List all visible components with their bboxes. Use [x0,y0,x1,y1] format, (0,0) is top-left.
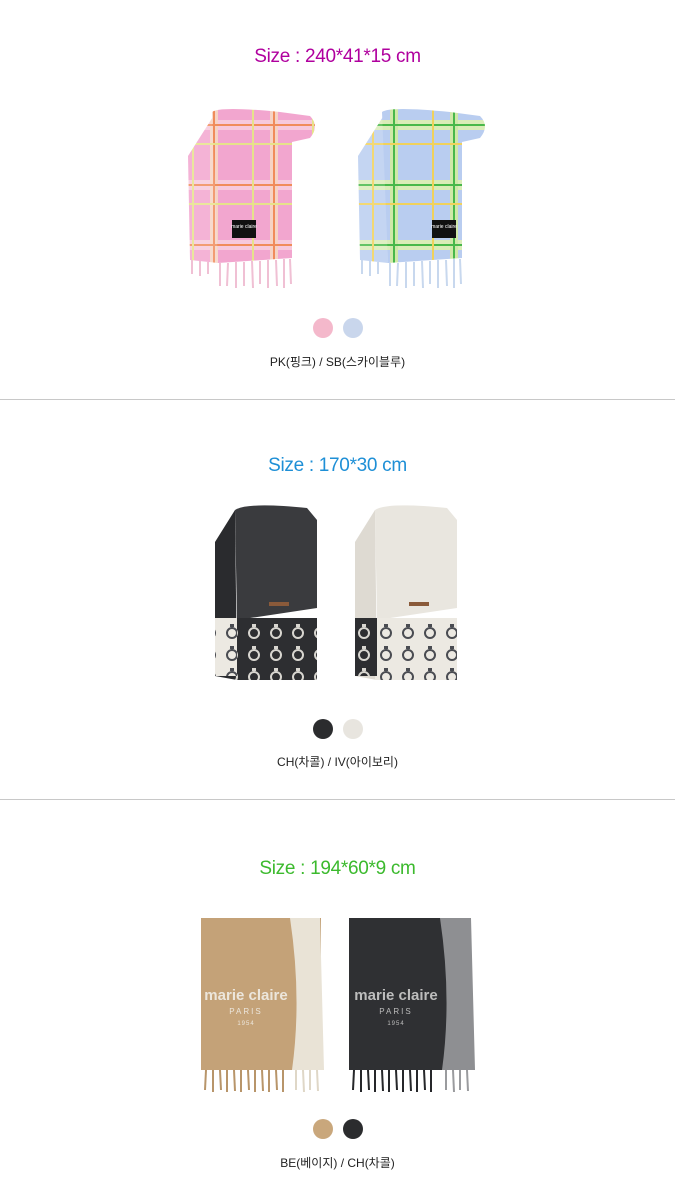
section-divider-2 [0,799,675,800]
year-text: 1954 [237,1021,254,1027]
color-label-2: CH(차콜) / IV(아이보리) [277,755,398,769]
scarf-image-plaid: marie claire marie claire [120,98,560,294]
scarf-label-text: marie claire [431,224,457,230]
swatch-pink[interactable] [312,318,333,338]
ivory-scarf [355,505,457,680]
swatch-ivory[interactable] [342,719,363,739]
city-text: PARIS [379,1007,412,1016]
color-label-3: BE(베이지) / CH(차콜) [280,1156,395,1170]
color-swatches-3 [0,1119,675,1139]
size-title-3: Size : 194*60*9 cm [259,858,416,879]
brand-text: marie claire [204,987,287,1004]
scarf-image-blanket: marie claire PARIS 1954 marie claire PAR… [168,888,508,1098]
size-title-1: Size : 240*41*15 cm [254,46,421,67]
scarf-image-fairisle [177,490,497,700]
charcoal-scarf [215,505,317,680]
swatch-skyblue[interactable] [342,318,363,338]
color-swatches-1 [0,318,675,338]
scarf-label-text: marie claire [231,224,257,230]
year-text: 1954 [387,1021,404,1027]
beige-scarf: marie claire PARIS 1954 [201,918,324,1093]
brand-text: marie claire [354,987,437,1004]
swatch-charcoal[interactable] [342,1119,363,1139]
city-text: PARIS [229,1007,262,1016]
charcoal-blanket-scarf: marie claire PARIS 1954 [349,918,475,1093]
color-label-1: PK(핑크) / SB(스카이블루) [269,355,406,369]
section-divider-1 [0,399,675,400]
swatch-beige[interactable] [312,1119,333,1139]
size-title-2: Size : 170*30 cm [268,455,407,476]
color-swatches-2 [0,719,675,739]
swatch-charcoal[interactable] [312,719,333,739]
